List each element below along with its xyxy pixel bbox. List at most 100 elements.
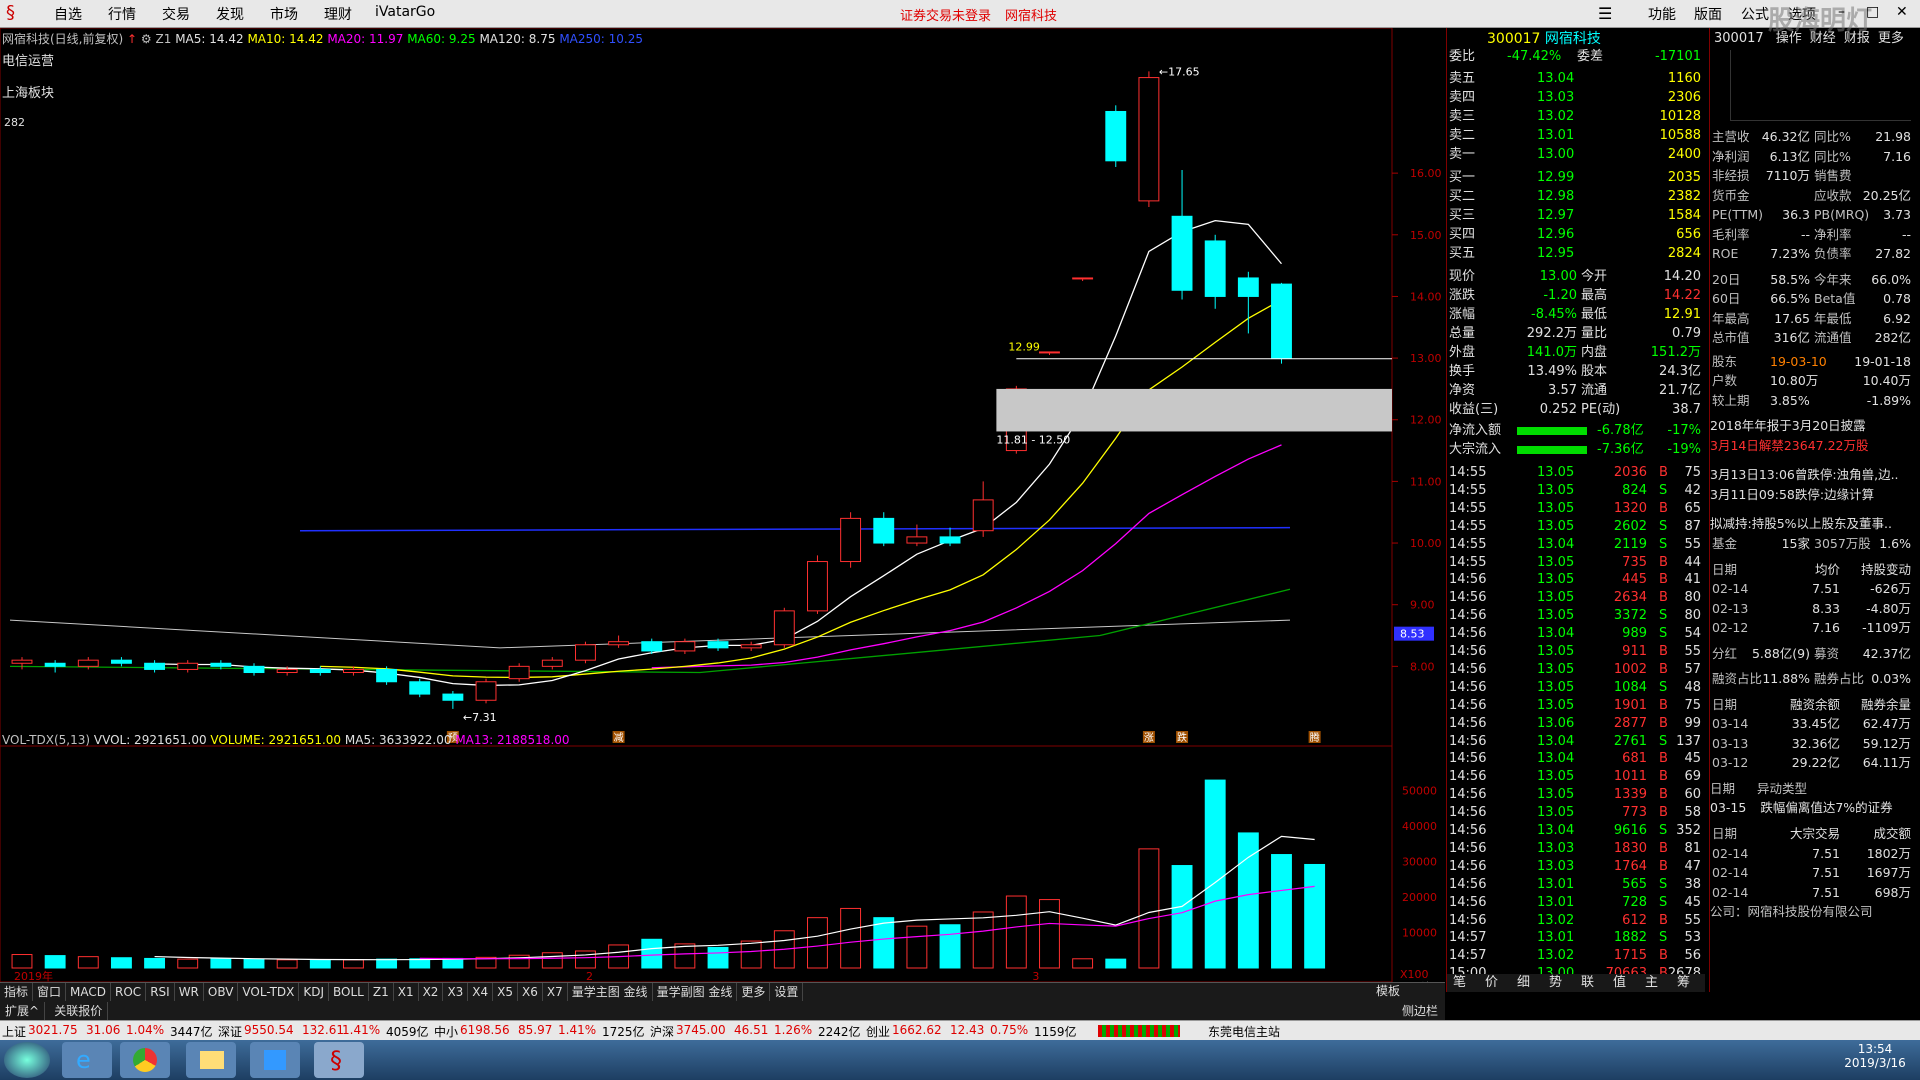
- tick-side: B: [1659, 661, 1668, 677]
- menu-item-faxian[interactable]: 发现: [216, 4, 244, 24]
- f10-tab[interactable]: 更多: [1878, 31, 1904, 46]
- sector-label[interactable]: 电信运营: [2, 50, 54, 69]
- minimize-icon[interactable]: –: [1838, 4, 1845, 20]
- tab-9[interactable]: BOLL: [329, 983, 369, 1001]
- menu-item-licai[interactable]: 理财: [324, 4, 352, 24]
- tab-6[interactable]: OBV: [204, 983, 239, 1001]
- tab-18[interactable]: 量学主图 金线: [568, 983, 653, 1001]
- server-name[interactable]: 东莞电信主站: [1208, 1023, 1280, 1040]
- chrome-icon[interactable]: [120, 1042, 170, 1078]
- tab-2[interactable]: MACD: [66, 983, 112, 1001]
- quote-tab[interactable]: 主: [1645, 974, 1658, 992]
- news-item[interactable]: 3月11日09:58跌停:边缘计算: [1710, 486, 1915, 504]
- tab-14[interactable]: X4: [468, 983, 494, 1001]
- menu-item-gongshi[interactable]: 公式: [1741, 4, 1769, 24]
- store-icon[interactable]: [250, 1042, 300, 1078]
- f10-tab[interactable]: 财报: [1844, 31, 1870, 46]
- index-name[interactable]: 创业: [866, 1023, 890, 1040]
- ie-icon[interactable]: e: [62, 1042, 112, 1078]
- menu-item-banmian[interactable]: 版面: [1694, 4, 1722, 24]
- clock-time: 13:54: [1857, 1042, 1893, 1056]
- bids-row[interactable]: 买四 12.96 656: [1447, 226, 1705, 244]
- tab-20[interactable]: 更多: [737, 983, 771, 1001]
- news-item[interactable]: 3月14日解禁23647.22万股: [1710, 437, 1915, 455]
- bids-row[interactable]: 买五 12.95 2824: [1447, 245, 1705, 263]
- bids-row[interactable]: 买二 12.98 2382: [1447, 188, 1705, 206]
- news-item[interactable]: 2018年年报于3月20日披露: [1710, 417, 1915, 435]
- menu-item-jiaoyi[interactable]: 交易: [162, 4, 190, 24]
- bids-row[interactable]: 买三 12.97 1584: [1447, 207, 1705, 225]
- menu-item-hangqing[interactable]: 行情: [108, 4, 136, 24]
- login-notice[interactable]: 证券交易未登录: [900, 5, 991, 24]
- close-icon[interactable]: ✕: [1896, 4, 1908, 20]
- tab-19[interactable]: 量学副图 金线: [653, 983, 738, 1001]
- bids-volume: 1584: [1667, 208, 1701, 223]
- tab-15[interactable]: X5: [493, 983, 519, 1001]
- asks-price: 13.03: [1537, 90, 1575, 105]
- clock[interactable]: 13:54 2019/3/16: [1840, 1042, 1910, 1070]
- kline-chart[interactable]: 16.00 15.00 14.00 13.00 12.00 11.00 10.00 9.00 8…: [0, 27, 1445, 995]
- menu-item-shichang[interactable]: 市场: [270, 4, 298, 24]
- tab-0[interactable]: 指标: [0, 983, 34, 1001]
- news-item[interactable]: 拟减持:持股5%以上股东及董事..: [1710, 515, 1915, 533]
- tick-price: 13.05: [1537, 787, 1575, 803]
- tab-extension[interactable]: 扩展^: [0, 1002, 46, 1020]
- volume-bar: [309, 959, 331, 969]
- index-name[interactable]: 深证: [218, 1023, 242, 1040]
- tab-17[interactable]: X7: [543, 983, 568, 1001]
- quote-tab[interactable]: 细: [1517, 974, 1530, 992]
- tab-21[interactable]: 设置: [770, 983, 804, 1001]
- tab-7[interactable]: VOL-TDX: [238, 983, 300, 1001]
- tab-template[interactable]: 模板: [1371, 982, 1405, 1000]
- tab-1[interactable]: 窗口: [33, 983, 67, 1001]
- quote-tab[interactable]: 笔: [1453, 974, 1466, 992]
- quote-tab[interactable]: 筹: [1677, 974, 1690, 992]
- tick-row: 14:56 13.03 1764 B 47: [1447, 858, 1705, 876]
- menu-item-ivatargo[interactable]: iVatarGo: [375, 4, 435, 20]
- f10-tab[interactable]: 操作: [1776, 31, 1802, 46]
- news-item[interactable]: 3月13日13:06曾跌停:浊角兽,边..: [1710, 466, 1915, 484]
- asks-row[interactable]: 卖三 13.02 10128: [1447, 108, 1705, 126]
- tick-volume: 1882: [1613, 930, 1647, 946]
- asks-row[interactable]: 卖五 13.04 1160: [1447, 70, 1705, 88]
- menu-item-zixuan[interactable]: 自选: [54, 4, 82, 24]
- tab-related-quote[interactable]: 关联报价: [49, 1002, 109, 1020]
- candle-body: [773, 610, 795, 646]
- quote-tab[interactable]: 势: [1549, 974, 1562, 992]
- tab-3[interactable]: ROC: [111, 983, 147, 1001]
- gear-icon[interactable]: ⚙: [141, 32, 152, 46]
- quote-tab[interactable]: 值: [1613, 974, 1626, 992]
- maximize-icon[interactable]: □: [1866, 4, 1879, 20]
- tick-price: 13.05: [1537, 590, 1575, 606]
- tab-sidebar[interactable]: 侧边栏: [1397, 1002, 1443, 1020]
- asks-row[interactable]: 卖二 13.01 10588: [1447, 127, 1705, 145]
- start-button[interactable]: [4, 1042, 50, 1078]
- tab-13[interactable]: X3: [443, 983, 469, 1001]
- tab-5[interactable]: WR: [175, 983, 204, 1001]
- index-name[interactable]: 沪深: [650, 1023, 674, 1040]
- tab-12[interactable]: X2: [419, 983, 444, 1001]
- quote-tab[interactable]: 价: [1485, 974, 1498, 992]
- index-name[interactable]: 中小: [434, 1023, 458, 1040]
- index-pct: 1.41%: [558, 1023, 597, 1037]
- tab-11[interactable]: X1: [394, 983, 419, 1001]
- tab-4[interactable]: RSI: [146, 983, 175, 1001]
- bids-row[interactable]: 买一 12.99 2035: [1447, 169, 1705, 187]
- index-name[interactable]: 上证: [2, 1023, 26, 1040]
- explorer-icon[interactable]: [186, 1042, 236, 1078]
- tab-16[interactable]: X6: [518, 983, 543, 1001]
- stock-app-icon[interactable]: §: [314, 1042, 364, 1078]
- tab-8[interactable]: KDJ: [299, 983, 330, 1001]
- f10-tab[interactable]: 财经: [1810, 31, 1836, 46]
- stat-value: 3.57: [1548, 383, 1577, 398]
- asks-row[interactable]: 卖一 13.00 2400: [1447, 146, 1705, 164]
- volume-bar: [210, 958, 232, 969]
- menu-item-gongneng[interactable]: 功能: [1648, 4, 1676, 24]
- candle-body: [873, 517, 895, 544]
- region-label[interactable]: 上海板块: [2, 82, 54, 101]
- menu-list-icon[interactable]: ☰: [1598, 4, 1612, 23]
- tab-10[interactable]: Z1: [369, 983, 394, 1001]
- asks-row[interactable]: 卖四 13.03 2306: [1447, 89, 1705, 107]
- quote-tab[interactable]: 联: [1581, 974, 1594, 992]
- candle-body: [343, 668, 364, 674]
